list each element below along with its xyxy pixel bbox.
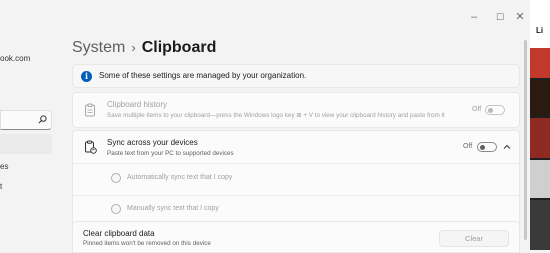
sync-devices-icon <box>85 140 97 154</box>
sidebar-item-selected[interactable] <box>0 134 52 154</box>
managed-info-banner: i Some of these settings are managed by … <box>72 64 520 88</box>
manual-sync-label: Manually sync text that I copy <box>127 205 219 212</box>
sidebar: ook.com es t <box>0 34 55 250</box>
title-bar: – ☐ ✕ <box>0 0 530 34</box>
video-thumbnail[interactable] <box>530 200 550 250</box>
background-window-header: Li <box>530 0 550 48</box>
video-thumbnail[interactable] <box>530 80 550 116</box>
auto-sync-radio[interactable] <box>111 173 121 183</box>
auto-sync-label: Automatically sync text that I copy <box>127 174 233 181</box>
clear-title: Clear clipboard data <box>83 229 155 238</box>
page-title: Clipboard <box>141 39 217 56</box>
chevron-up-icon[interactable] <box>502 142 512 152</box>
account-email: ook.com <box>0 54 31 63</box>
clipboard-history-title: Clipboard history <box>107 100 168 109</box>
toggle-knob <box>480 144 485 150</box>
clipboard-history-description: Save multiple items to your clipboard—pr… <box>107 112 445 119</box>
divider <box>73 163 519 164</box>
minimize-button[interactable]: – <box>466 10 482 24</box>
divider <box>73 195 519 196</box>
sync-toggle-label: Off <box>463 143 473 150</box>
clipboard-history-toggle-label: Off <box>472 106 482 113</box>
toggle-knob <box>488 107 493 113</box>
video-thumbnail[interactable] <box>530 48 550 78</box>
clear-button[interactable]: Clear <box>439 230 509 247</box>
settings-window: – ☐ ✕ ook.com es t System › Clipboard i So… <box>0 0 530 253</box>
background-window-text: Li <box>536 26 544 35</box>
video-thumbnail[interactable] <box>530 118 550 158</box>
scrollbar[interactable] <box>524 40 527 240</box>
info-icon: i <box>81 71 92 82</box>
main-content: System › Clipboard i Some of these setting… <box>62 34 530 253</box>
close-button[interactable]: ✕ <box>512 10 528 24</box>
sync-title: Sync across your devices <box>107 138 198 147</box>
sidebar-item[interactable]: es <box>0 162 8 171</box>
sync-toggle[interactable] <box>477 142 497 152</box>
manual-sync-radio[interactable] <box>111 204 121 214</box>
clipboard-icon <box>85 103 95 117</box>
background-window-strip: Li <box>530 0 550 250</box>
breadcrumb: System › Clipboard <box>72 37 216 59</box>
search-input[interactable] <box>0 110 52 130</box>
breadcrumb-parent[interactable]: System <box>72 39 125 56</box>
maximize-button[interactable]: ☐ <box>492 10 508 24</box>
search-icon[interactable] <box>38 115 47 124</box>
video-thumbnail[interactable] <box>530 160 550 198</box>
clipboard-history-setting: Clipboard history Save multiple items to… <box>72 92 520 128</box>
sync-description: Paste text from your PC to supported dev… <box>107 150 234 157</box>
breadcrumb-separator: › <box>131 40 136 55</box>
sidebar-item[interactable]: t <box>0 182 2 191</box>
info-banner-text: Some of these settings are managed by yo… <box>99 71 307 80</box>
clear-clipboard-setting: Clear clipboard data Pinned items won't … <box>72 221 520 253</box>
clipboard-history-toggle[interactable] <box>485 105 505 115</box>
clear-description: Pinned items won't be removed on this de… <box>83 240 211 247</box>
